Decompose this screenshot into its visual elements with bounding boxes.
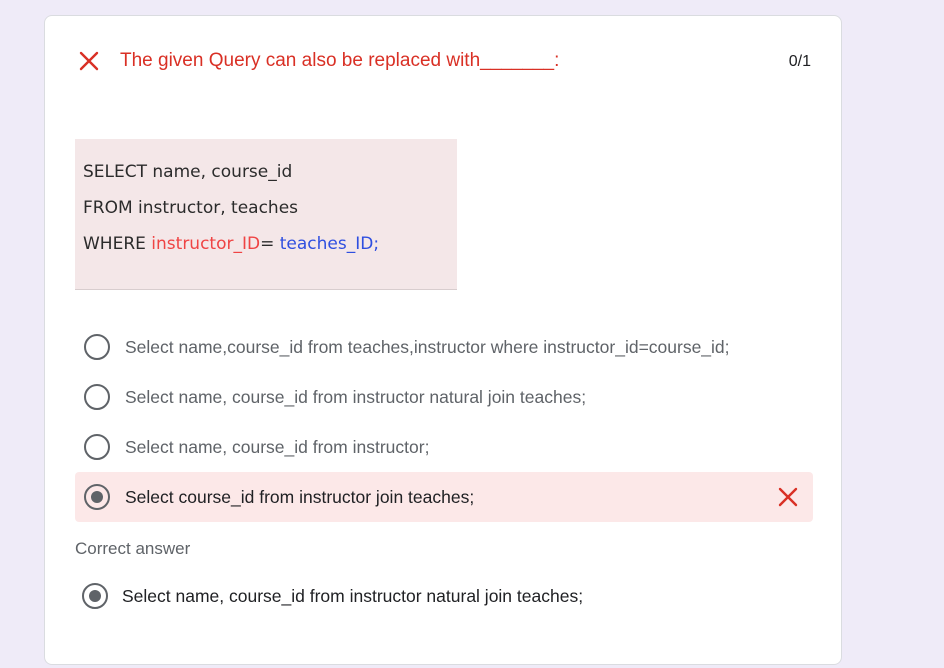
query-where-operator: =: [260, 234, 280, 254]
answer-option-label: Select name, course_id from instructor;: [125, 437, 430, 457]
answer-option-3[interactable]: Select name, course_id from instructor;: [75, 422, 813, 472]
question-title: The given Query can also be replaced wit…: [120, 50, 560, 71]
radio-button-checked: [82, 583, 108, 609]
radio-button[interactable]: [84, 334, 110, 360]
question-score: 0/1: [788, 53, 811, 70]
answer-option-label: Select name,course_id from teaches,instr…: [125, 337, 730, 357]
close-icon: [79, 51, 99, 71]
query-line-where: WHERE instructor_ID= teaches_ID;: [83, 232, 457, 268]
radio-dot: [91, 491, 103, 503]
correct-answer-option: Select name, course_id from instructor n…: [75, 571, 813, 621]
answer-option-2[interactable]: Select name, course_id from instructor n…: [75, 372, 813, 422]
query-where-end: ;: [373, 234, 380, 254]
correct-answer-heading: Correct answer: [75, 539, 191, 558]
query-line-from: FROM instructor, teaches: [83, 198, 299, 218]
query-image: SELECT name, course_id FROM instructor, …: [75, 139, 457, 290]
query-where-left: instructor_ID: [151, 234, 261, 254]
radio-button[interactable]: [84, 384, 110, 410]
query-where-right: teaches_ID: [279, 234, 374, 254]
query-line-select: SELECT name, course_id: [83, 162, 293, 182]
answer-option-label: Select course_id from instructor join te…: [125, 487, 475, 507]
radio-button[interactable]: [84, 434, 110, 460]
incorrect-icon: [778, 487, 798, 507]
correct-answer-label: Select name, course_id from instructor n…: [122, 586, 584, 606]
answer-option-1[interactable]: Select name,course_id from teaches,instr…: [75, 322, 813, 372]
query-where-keyword: WHERE: [83, 234, 152, 254]
answer-option-4-selected[interactable]: Select course_id from instructor join te…: [75, 472, 813, 522]
answer-option-label: Select name, course_id from instructor n…: [125, 387, 587, 407]
radio-button-checked[interactable]: [84, 484, 110, 510]
radio-dot: [89, 590, 101, 602]
question-card: The given Query can also be replaced wit…: [44, 15, 842, 665]
